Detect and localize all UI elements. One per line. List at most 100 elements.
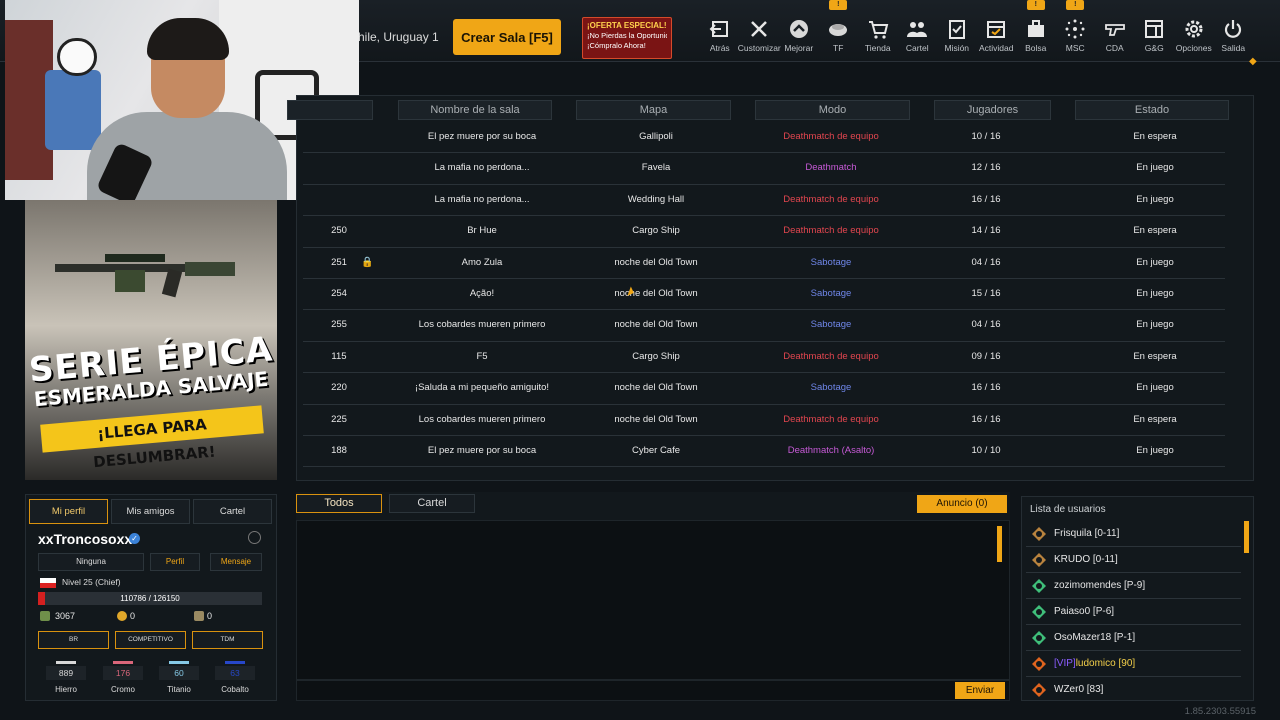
nav-label: Opciones [1175,43,1212,53]
column-header-mode[interactable]: Modo [755,100,910,120]
room-row[interactable]: 255 Los cobardes mueren primero noche del … [303,310,1225,342]
room-mode: Deathmatch de equipo [783,131,879,142]
room-name: Ação! [469,287,495,299]
chat-input[interactable] [296,680,1010,701]
nav-gear-button[interactable]: Opciones [1174,14,1214,58]
user-list-scrollbar[interactable] [1244,521,1249,553]
create-room-button[interactable]: Crear Sala [F5] [453,19,561,55]
gg-icon [1145,20,1164,38]
room-row[interactable]: La mafia no perdona... Favela Deathmatch 12… [303,153,1225,185]
room-list-panel: Nombre de la sala Mapa Modo Jugadores Es… [287,95,1254,481]
announcement-button[interactable]: Anuncio (0) [917,495,1007,513]
customize-icon [751,21,768,37]
room-mode: Deathmatch [805,162,857,174]
message-button[interactable]: Mensaje [210,553,262,571]
nav-label: Cartel [905,43,929,53]
promo-banner[interactable]: SERIE ÉPICA ESMERALDA SALVAJE ¡LLEGA PAR… [25,200,277,480]
user-row[interactable]: [VIP]ludomico [90] [1026,651,1241,677]
chat-tab-clan[interactable]: Cartel [389,494,475,513]
room-mode: Sabotage [810,256,852,268]
nav-upgrade-button[interactable]: Mejorar [779,14,819,58]
tab-my-profile[interactable]: Mi perfil [29,499,108,524]
column-header-map[interactable]: Mapa [576,100,731,120]
nav-msc-button[interactable]: ! MSC [1056,0,1096,58]
room-mode: Deathmatch de equipo [783,350,879,362]
user-row[interactable]: KRUDO [0-11] [1026,547,1241,573]
room-row[interactable]: 251 🔒 Amo Zula noche del Old Town Sabotage 04… [303,248,1225,279]
nav-calendar-button[interactable]: Actividad [977,14,1017,58]
room-row[interactable]: 250 Br Hue Cargo Ship Deathmatch de equipo 1… [303,216,1225,248]
user-list-title: Lista de usuarios [1030,504,1106,515]
mode-competitive-button[interactable]: COMPETITIVO [115,631,186,649]
room-name: El pez muere por su boca [427,444,537,456]
room-players: 15 / 16 [971,287,1001,299]
currency-tickets: 0 [207,611,213,621]
nav-cart-button[interactable]: Tienda [858,14,898,58]
notification-icon[interactable]: ◆ [1249,56,1259,67]
profile-button[interactable]: Perfil [150,553,200,571]
mission-icon [948,20,965,39]
coin-icon [117,611,127,621]
mode-tdm-button[interactable]: TDM [192,631,263,649]
block-icon[interactable] [248,531,261,544]
room-mode: Deathmatch de equipo [783,225,879,237]
special-offer-banner[interactable]: ¡OFERTA ESPECIAL! ¡No Pierdas la Oportun… [582,17,672,59]
chat-messages [296,520,1010,680]
offer-cta: ¡Cómpralo Ahora! [587,41,646,50]
user-name-text: zozimomendes [P-9] [1054,580,1146,591]
room-players: 10 / 10 [971,444,1001,456]
room-number: 254 [331,287,347,299]
send-button[interactable]: Enviar [955,682,1005,699]
room-row[interactable]: 188 El pez muere por su boca Cyber Cafe Dea… [303,436,1225,468]
user-row[interactable]: Frisquila [0-11] [1026,521,1241,547]
user-name: zozimomendes [P-9] [1054,573,1145,598]
column-header-players[interactable]: Jugadores [934,100,1051,120]
room-players: 12 / 16 [971,162,1001,174]
user-row[interactable]: WZer0 [83] [1026,677,1241,700]
nav-gun-button[interactable]: CDA [1095,14,1135,58]
ore-value: 60 [159,666,199,680]
room-map: Cargo Ship [632,225,680,237]
room-row[interactable]: La mafia no perdona... Wedding Hall Deathm… [303,185,1225,217]
user-row[interactable]: Paiaso0 [P-6] [1026,599,1241,625]
room-row[interactable]: 220 ¡Saluda a mi pequeño amiguito! noche d… [303,373,1225,405]
room-map: noche del Old Town [614,287,698,299]
nav-bag-button[interactable]: ! Bolsa [1016,0,1056,58]
user-row[interactable]: zozimomendes [P-9] [1026,573,1241,599]
nav-power-button[interactable]: Salida [1214,14,1254,58]
ore-color-bar [169,661,189,664]
column-header-number[interactable] [287,100,373,120]
rank-icon [1032,631,1046,645]
nav-label: Actividad [979,43,1014,53]
nav-clan-button[interactable]: Cartel [898,14,938,58]
nav-back-button[interactable]: Atrás [700,14,740,58]
room-number: 188 [331,444,347,456]
chat-tab-all[interactable]: Todos [296,494,382,513]
nav-label: Bolsa [1025,43,1047,53]
nav-mission-button[interactable]: Misión [937,14,977,58]
room-row[interactable]: 115 F5 Cargo Ship Deathmatch de equipo 09 / … [303,342,1225,374]
column-header-name[interactable]: Nombre de la sala [398,100,552,120]
room-row[interactable]: El pez muere por su boca Gallipoli Deathma… [303,122,1225,154]
room-row[interactable]: 254 Ação! noche del Old Town Sabotage 15 / 1… [303,279,1225,311]
chat-scrollbar[interactable] [997,526,1002,562]
nav-tf-button[interactable]: ! TF [819,0,859,58]
nav-label: Mejorar [784,43,814,53]
user-name-text: Frisquila [0-11] [1054,528,1120,539]
room-row[interactable]: 225 Los cobardes mueren primero noche del … [303,405,1225,436]
tab-clan[interactable]: Cartel [193,499,272,524]
verified-icon: ✓ [129,533,140,544]
nav-customize-button[interactable]: Customizar [738,14,781,58]
alert-badge: ! [1026,0,1045,10]
ore-color-bar [113,661,133,664]
tab-my-friends[interactable]: Mis amigos [111,499,190,524]
user-name: KRUDO [0-11] [1054,547,1118,572]
column-header-status[interactable]: Estado [1075,100,1229,120]
user-row[interactable]: OsoMazer18 [P-1] [1026,625,1241,651]
room-name: Amo Zula [461,256,503,268]
room-status: En espera [1133,413,1177,425]
room-number: 115 [331,350,347,362]
nav-gg-button[interactable]: G&G [1135,14,1175,58]
mode-br-button[interactable]: BR [38,631,109,649]
room-map: Favela [641,162,671,174]
